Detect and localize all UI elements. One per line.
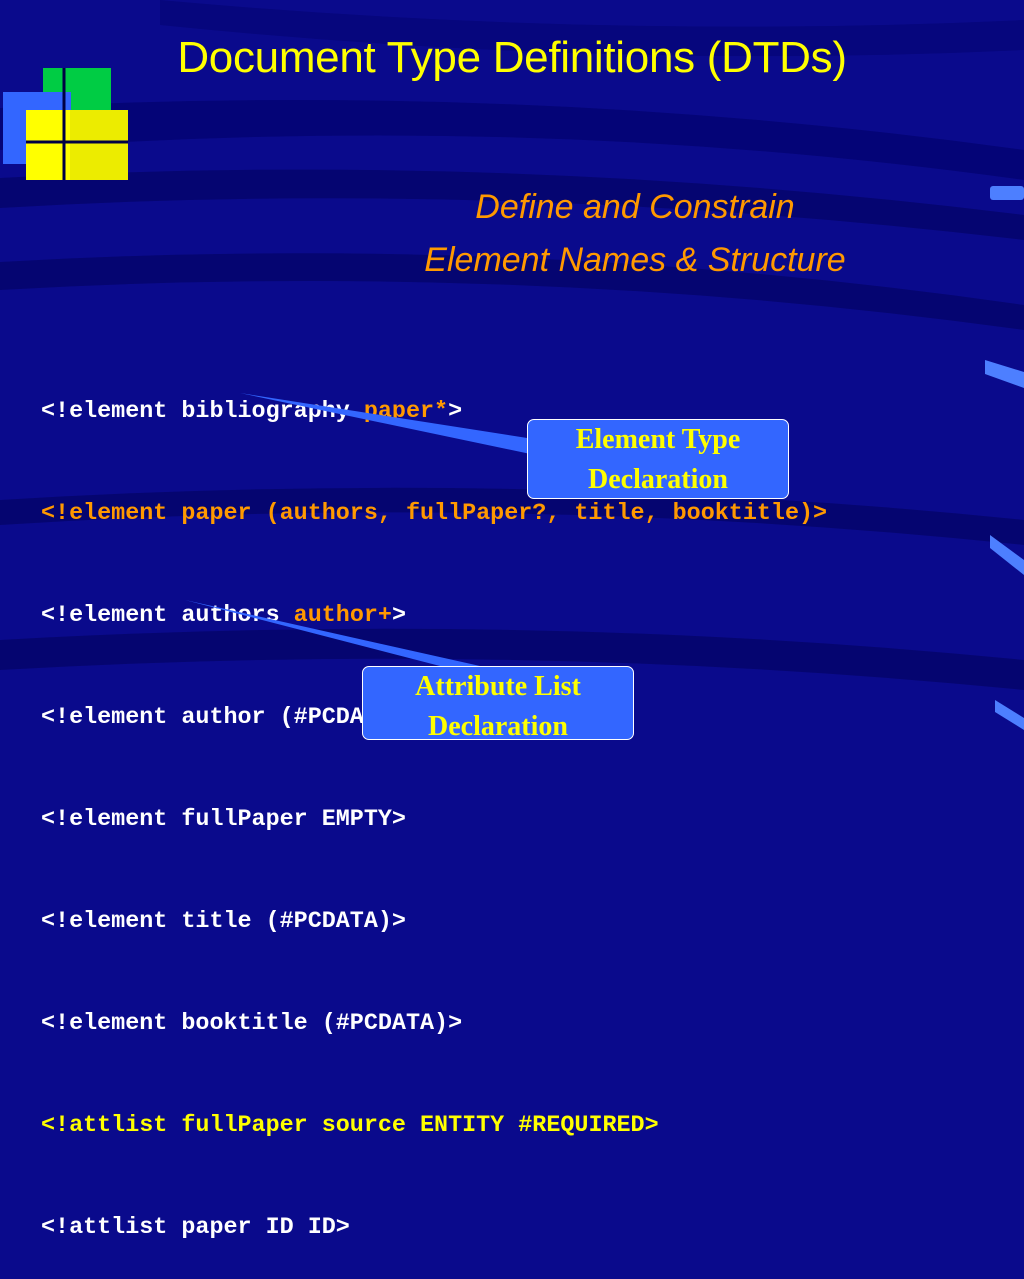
code-line-fullpaper: <!element fullPaper EMPTY>: [41, 807, 406, 833]
attribute-callout-pointer: [185, 600, 480, 666]
callout-text: Element Type: [575, 424, 741, 455]
code-text: ENTITY #REQUIRED>: [420, 1113, 659, 1139]
code-line-attlist-paper: <!attlist paper ID ID>: [41, 1215, 350, 1241]
code-line-attlist-fullpaper: <!attlist fullPaper source ENTITY #REQUI…: [41, 1109, 827, 1143]
element-callout-pointer: [240, 393, 540, 456]
callout-text: Declaration: [588, 464, 728, 495]
code-line-booktitle: <!element booktitle (#PCDATA)>: [41, 1011, 463, 1037]
callout-pointers: [185, 393, 540, 666]
callout-text: Attribute List: [415, 671, 581, 702]
element-type-callout: Element Type Declaration: [527, 419, 789, 499]
attribute-list-callout: Attribute List Declaration: [362, 666, 634, 742]
code-line-title: <!element title (#PCDATA)>: [41, 909, 406, 935]
code-text: <!attlist fullPaper source: [41, 1113, 420, 1139]
callout-text: Declaration: [428, 711, 568, 742]
